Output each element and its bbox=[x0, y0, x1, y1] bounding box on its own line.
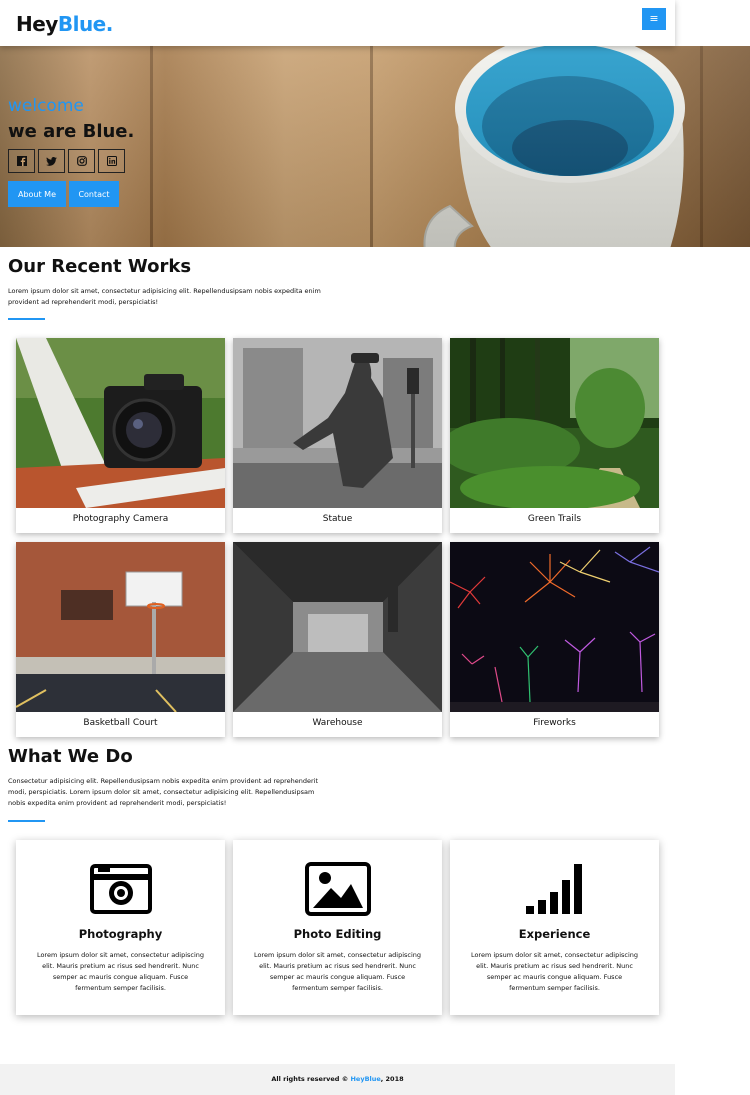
twitter-link[interactable] bbox=[38, 149, 65, 173]
work-card-green-trails[interactable]: Green Trails bbox=[450, 338, 659, 533]
work-card-fireworks[interactable]: Fireworks bbox=[450, 542, 659, 737]
hero-banner: welcome we are Blue. About Me Contact bbox=[0, 46, 750, 247]
service-description: Lorem ipsum dolor sit amet, consectetur … bbox=[36, 951, 205, 992]
works-description: Lorem ipsum dolor sit amet, consectetur … bbox=[8, 287, 321, 306]
hero-buttons: About Me Contact bbox=[8, 181, 119, 207]
footer-suffix: , 2018 bbox=[380, 1075, 404, 1083]
contact-button[interactable]: Contact bbox=[69, 181, 119, 207]
work-caption: Photography Camera bbox=[72, 514, 169, 524]
warehouse-photo bbox=[233, 542, 442, 712]
camera-photo bbox=[16, 338, 225, 508]
work-caption: Warehouse bbox=[312, 718, 363, 728]
work-card-warehouse[interactable]: Warehouse bbox=[233, 542, 442, 737]
fireworks-photo bbox=[450, 542, 659, 712]
image-icon bbox=[304, 862, 371, 916]
site-header: HeyBlue. ≡ bbox=[0, 0, 675, 46]
signal-bars-icon bbox=[525, 864, 582, 914]
instagram-icon bbox=[76, 156, 87, 166]
menu-icon: ≡ bbox=[649, 12, 659, 25]
instagram-link[interactable] bbox=[68, 149, 95, 173]
work-caption: Statue bbox=[322, 514, 353, 524]
services-title: What We Do bbox=[8, 746, 133, 767]
linkedin-icon bbox=[106, 156, 117, 166]
logo-part1: Hey bbox=[16, 12, 58, 36]
green-trails-photo bbox=[450, 338, 659, 508]
hero-welcome: welcome bbox=[8, 96, 84, 116]
service-title: Photo Editing bbox=[293, 927, 382, 941]
works-underline bbox=[8, 318, 45, 320]
service-title: Photography bbox=[78, 927, 163, 941]
footer-brand-link[interactable]: HeyBlue bbox=[350, 1075, 380, 1083]
hamburger-menu-button[interactable]: ≡ bbox=[642, 8, 666, 30]
services-underline bbox=[8, 820, 45, 822]
works-title: Our Recent Works bbox=[8, 256, 192, 277]
work-card-statue[interactable]: Statue bbox=[233, 338, 442, 533]
work-caption: Fireworks bbox=[533, 718, 576, 728]
footer-prefix: All rights reserved © bbox=[271, 1075, 351, 1083]
statue-photo bbox=[233, 338, 442, 508]
work-card-camera[interactable]: Photography Camera bbox=[16, 338, 225, 533]
site-footer: All rights reserved © HeyBlue, 2018 bbox=[0, 1064, 675, 1095]
logo[interactable]: HeyBlue. bbox=[16, 12, 113, 36]
social-links bbox=[8, 149, 125, 173]
twitter-icon bbox=[46, 156, 57, 166]
service-description: Lorem ipsum dolor sit amet, consectetur … bbox=[470, 951, 639, 992]
linkedin-link[interactable] bbox=[98, 149, 125, 173]
facebook-link[interactable] bbox=[8, 149, 35, 173]
camera-icon bbox=[89, 864, 152, 914]
service-card-experience: Experience Lorem ipsum dolor sit amet, c… bbox=[450, 840, 659, 1015]
hero-overlay bbox=[0, 46, 750, 247]
service-title: Experience bbox=[518, 927, 591, 941]
service-card-photo-editing: Photo Editing Lorem ipsum dolor sit amet… bbox=[233, 840, 442, 1015]
work-caption: Basketball Court bbox=[83, 718, 158, 728]
facebook-icon bbox=[16, 156, 27, 166]
basketball-court-photo bbox=[16, 542, 225, 712]
service-description: Lorem ipsum dolor sit amet, consectetur … bbox=[253, 951, 422, 992]
logo-part2: Blue. bbox=[57, 12, 114, 36]
work-card-basketball-court[interactable]: Basketball Court bbox=[16, 542, 225, 737]
hero-tagline: we are Blue. bbox=[8, 121, 135, 142]
service-card-photography: Photography Lorem ipsum dolor sit amet, … bbox=[16, 840, 225, 1015]
about-me-button[interactable]: About Me bbox=[8, 181, 66, 207]
work-caption: Green Trails bbox=[527, 514, 582, 524]
services-description: Consectetur adipisicing elit. Repellendu… bbox=[8, 777, 319, 807]
